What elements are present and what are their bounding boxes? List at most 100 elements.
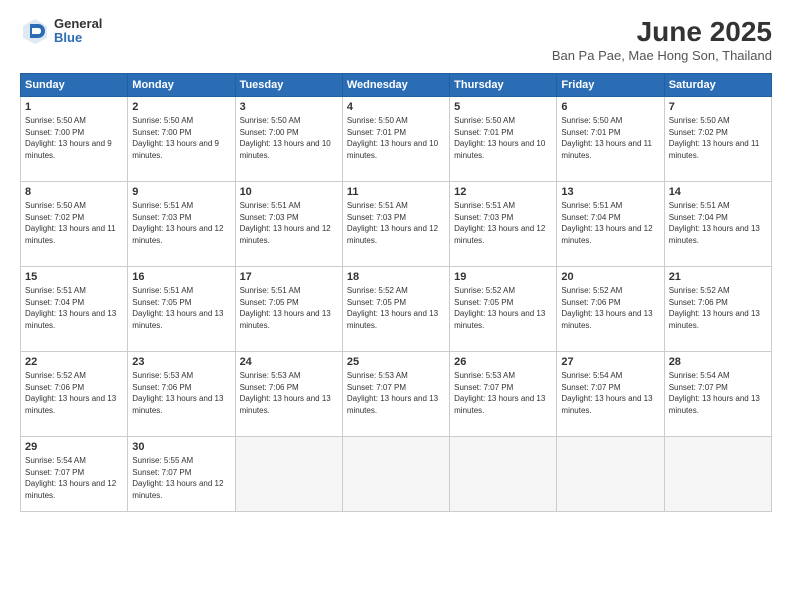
day-number: 28	[669, 356, 767, 368]
day-number: 9	[132, 186, 230, 198]
table-row: 15 Sunrise: 5:51 AMSunset: 7:04 PMDaylig…	[21, 267, 128, 352]
day-number: 20	[561, 271, 659, 283]
day-info: Sunrise: 5:51 AMSunset: 7:03 PMDaylight:…	[132, 200, 230, 246]
table-row: 9 Sunrise: 5:51 AMSunset: 7:03 PMDayligh…	[128, 182, 235, 267]
day-info: Sunrise: 5:52 AMSunset: 7:05 PMDaylight:…	[347, 285, 445, 331]
day-number: 8	[25, 186, 123, 198]
table-row: 1 Sunrise: 5:50 AMSunset: 7:00 PMDayligh…	[21, 97, 128, 182]
table-row	[557, 437, 664, 512]
table-row: 29 Sunrise: 5:54 AMSunset: 7:07 PMDaylig…	[21, 437, 128, 512]
table-row: 5 Sunrise: 5:50 AMSunset: 7:01 PMDayligh…	[450, 97, 557, 182]
table-row: 17 Sunrise: 5:51 AMSunset: 7:05 PMDaylig…	[235, 267, 342, 352]
day-number: 26	[454, 356, 552, 368]
day-number: 22	[25, 356, 123, 368]
table-row: 25 Sunrise: 5:53 AMSunset: 7:07 PMDaylig…	[342, 352, 449, 437]
day-info: Sunrise: 5:52 AMSunset: 7:05 PMDaylight:…	[454, 285, 552, 331]
day-info: Sunrise: 5:52 AMSunset: 7:06 PMDaylight:…	[561, 285, 659, 331]
table-row: 10 Sunrise: 5:51 AMSunset: 7:03 PMDaylig…	[235, 182, 342, 267]
day-info: Sunrise: 5:50 AMSunset: 7:01 PMDaylight:…	[454, 115, 552, 161]
col-monday: Monday	[128, 74, 235, 97]
page: General Blue June 2025 Ban Pa Pae, Mae H…	[0, 0, 792, 612]
table-row: 18 Sunrise: 5:52 AMSunset: 7:05 PMDaylig…	[342, 267, 449, 352]
logo-general-text: General	[54, 17, 102, 31]
col-thursday: Thursday	[450, 74, 557, 97]
day-number: 13	[561, 186, 659, 198]
table-row: 8 Sunrise: 5:50 AMSunset: 7:02 PMDayligh…	[21, 182, 128, 267]
day-info: Sunrise: 5:51 AMSunset: 7:04 PMDaylight:…	[25, 285, 123, 331]
day-number: 3	[240, 101, 338, 113]
day-number: 4	[347, 101, 445, 113]
day-number: 16	[132, 271, 230, 283]
day-number: 25	[347, 356, 445, 368]
day-info: Sunrise: 5:50 AMSunset: 7:00 PMDaylight:…	[240, 115, 338, 161]
day-info: Sunrise: 5:51 AMSunset: 7:05 PMDaylight:…	[132, 285, 230, 331]
table-row	[235, 437, 342, 512]
calendar-week-row: 22 Sunrise: 5:52 AMSunset: 7:06 PMDaylig…	[21, 352, 772, 437]
day-number: 19	[454, 271, 552, 283]
table-row: 6 Sunrise: 5:50 AMSunset: 7:01 PMDayligh…	[557, 97, 664, 182]
title-block: June 2025 Ban Pa Pae, Mae Hong Son, Thai…	[552, 16, 772, 63]
table-row: 26 Sunrise: 5:53 AMSunset: 7:07 PMDaylig…	[450, 352, 557, 437]
day-number: 23	[132, 356, 230, 368]
day-info: Sunrise: 5:51 AMSunset: 7:05 PMDaylight:…	[240, 285, 338, 331]
table-row: 22 Sunrise: 5:52 AMSunset: 7:06 PMDaylig…	[21, 352, 128, 437]
calendar-week-row: 8 Sunrise: 5:50 AMSunset: 7:02 PMDayligh…	[21, 182, 772, 267]
day-number: 6	[561, 101, 659, 113]
day-info: Sunrise: 5:51 AMSunset: 7:03 PMDaylight:…	[240, 200, 338, 246]
table-row	[664, 437, 771, 512]
col-wednesday: Wednesday	[342, 74, 449, 97]
day-info: Sunrise: 5:50 AMSunset: 7:02 PMDaylight:…	[669, 115, 767, 161]
day-info: Sunrise: 5:51 AMSunset: 7:03 PMDaylight:…	[347, 200, 445, 246]
day-info: Sunrise: 5:50 AMSunset: 7:01 PMDaylight:…	[561, 115, 659, 161]
day-number: 11	[347, 186, 445, 198]
table-row: 12 Sunrise: 5:51 AMSunset: 7:03 PMDaylig…	[450, 182, 557, 267]
calendar-week-row: 29 Sunrise: 5:54 AMSunset: 7:07 PMDaylig…	[21, 437, 772, 512]
col-friday: Friday	[557, 74, 664, 97]
day-number: 18	[347, 271, 445, 283]
day-number: 10	[240, 186, 338, 198]
calendar: Sunday Monday Tuesday Wednesday Thursday…	[20, 73, 772, 512]
table-row: 11 Sunrise: 5:51 AMSunset: 7:03 PMDaylig…	[342, 182, 449, 267]
calendar-week-row: 1 Sunrise: 5:50 AMSunset: 7:00 PMDayligh…	[21, 97, 772, 182]
table-row: 24 Sunrise: 5:53 AMSunset: 7:06 PMDaylig…	[235, 352, 342, 437]
table-row: 19 Sunrise: 5:52 AMSunset: 7:05 PMDaylig…	[450, 267, 557, 352]
day-number: 12	[454, 186, 552, 198]
table-row: 2 Sunrise: 5:50 AMSunset: 7:00 PMDayligh…	[128, 97, 235, 182]
day-number: 21	[669, 271, 767, 283]
table-row: 3 Sunrise: 5:50 AMSunset: 7:00 PMDayligh…	[235, 97, 342, 182]
day-info: Sunrise: 5:53 AMSunset: 7:07 PMDaylight:…	[347, 370, 445, 416]
day-info: Sunrise: 5:54 AMSunset: 7:07 PMDaylight:…	[561, 370, 659, 416]
day-info: Sunrise: 5:51 AMSunset: 7:03 PMDaylight:…	[454, 200, 552, 246]
table-row: 30 Sunrise: 5:55 AMSunset: 7:07 PMDaylig…	[128, 437, 235, 512]
calendar-week-row: 15 Sunrise: 5:51 AMSunset: 7:04 PMDaylig…	[21, 267, 772, 352]
day-number: 29	[25, 441, 123, 453]
day-number: 30	[132, 441, 230, 453]
day-number: 15	[25, 271, 123, 283]
day-number: 24	[240, 356, 338, 368]
day-info: Sunrise: 5:54 AMSunset: 7:07 PMDaylight:…	[669, 370, 767, 416]
day-number: 7	[669, 101, 767, 113]
day-number: 17	[240, 271, 338, 283]
day-info: Sunrise: 5:50 AMSunset: 7:02 PMDaylight:…	[25, 200, 123, 246]
logo-icon	[20, 16, 50, 46]
day-number: 14	[669, 186, 767, 198]
day-info: Sunrise: 5:51 AMSunset: 7:04 PMDaylight:…	[561, 200, 659, 246]
table-row: 14 Sunrise: 5:51 AMSunset: 7:04 PMDaylig…	[664, 182, 771, 267]
table-row: 4 Sunrise: 5:50 AMSunset: 7:01 PMDayligh…	[342, 97, 449, 182]
table-row: 27 Sunrise: 5:54 AMSunset: 7:07 PMDaylig…	[557, 352, 664, 437]
table-row: 7 Sunrise: 5:50 AMSunset: 7:02 PMDayligh…	[664, 97, 771, 182]
col-sunday: Sunday	[21, 74, 128, 97]
calendar-header-row: Sunday Monday Tuesday Wednesday Thursday…	[21, 74, 772, 97]
logo-text: General Blue	[54, 17, 102, 46]
day-info: Sunrise: 5:50 AMSunset: 7:01 PMDaylight:…	[347, 115, 445, 161]
day-number: 27	[561, 356, 659, 368]
col-tuesday: Tuesday	[235, 74, 342, 97]
subtitle: Ban Pa Pae, Mae Hong Son, Thailand	[552, 48, 772, 63]
day-info: Sunrise: 5:52 AMSunset: 7:06 PMDaylight:…	[669, 285, 767, 331]
day-info: Sunrise: 5:52 AMSunset: 7:06 PMDaylight:…	[25, 370, 123, 416]
table-row	[342, 437, 449, 512]
day-info: Sunrise: 5:50 AMSunset: 7:00 PMDaylight:…	[25, 115, 123, 161]
table-row	[450, 437, 557, 512]
day-info: Sunrise: 5:53 AMSunset: 7:06 PMDaylight:…	[132, 370, 230, 416]
table-row: 16 Sunrise: 5:51 AMSunset: 7:05 PMDaylig…	[128, 267, 235, 352]
